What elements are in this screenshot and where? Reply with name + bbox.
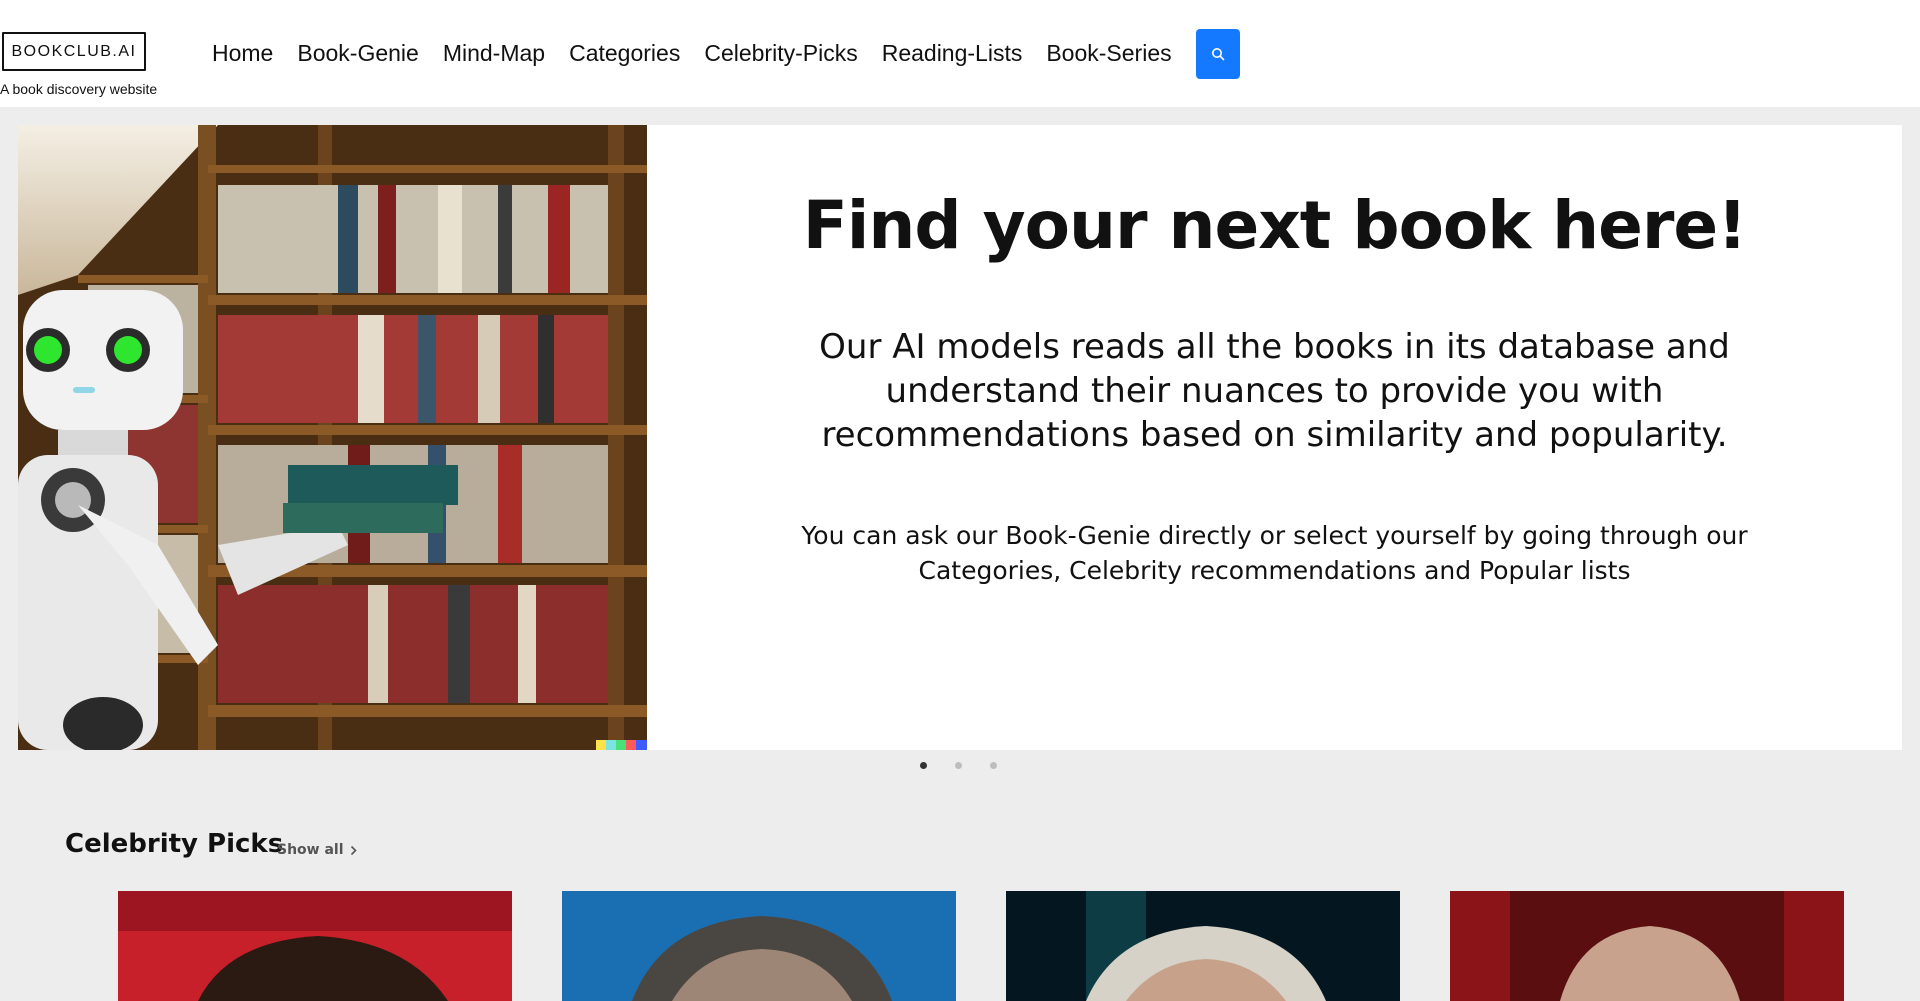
celebrity-card-2[interactable]	[562, 891, 956, 1001]
hero-description: You can ask our Book-Genie directly or s…	[801, 521, 1748, 585]
nav-reading-lists[interactable]: Reading-Lists	[882, 40, 1023, 67]
carousel-dot-1[interactable]	[920, 762, 927, 769]
robot-library-illustration	[18, 125, 647, 750]
site-tagline: A book discovery website	[0, 81, 158, 97]
carousel-dot-2[interactable]	[955, 762, 962, 769]
site-header: BOOKCLUB.AI A book discovery website Hom…	[0, 0, 1920, 107]
nav-book-genie[interactable]: Book-Genie	[297, 40, 418, 67]
nav-celebrity-picks[interactable]: Celebrity-Picks	[704, 40, 857, 67]
celebrity-card-1[interactable]	[118, 891, 512, 1001]
show-all-link[interactable]: Show all	[277, 842, 357, 858]
celebrity-picks-title: Celebrity Picks	[65, 829, 284, 859]
hero-title: Find your next book here!	[802, 187, 1748, 264]
search-icon	[1211, 47, 1224, 60]
celebrity-photo-2	[562, 891, 956, 1001]
hero-text-panel: Find your next book here! Our AI models …	[647, 125, 1902, 750]
site-logo[interactable]: BOOKCLUB.AI	[2, 32, 146, 71]
celebrity-photo-4	[1450, 891, 1844, 1001]
main-nav: Home Book-Genie Mind-Map Categories Cele…	[200, 0, 1240, 107]
hero-robot-library-image	[18, 125, 647, 750]
carousel-indicators	[920, 762, 997, 769]
show-all-label: Show all	[277, 842, 344, 858]
nav-home[interactable]: Home	[212, 40, 273, 67]
celebrity-card-3[interactable]	[1006, 891, 1400, 1001]
nav-book-series[interactable]: Book-Series	[1046, 40, 1171, 67]
hero-carousel: Find your next book here! Our AI models …	[18, 125, 1902, 750]
celebrity-cards-row	[118, 891, 1844, 1001]
carousel-dot-3[interactable]	[990, 762, 997, 769]
celebrity-photo-3	[1006, 891, 1400, 1001]
hero-subtitle: Our AI models reads all the books in its…	[819, 327, 1730, 455]
nav-categories[interactable]: Categories	[569, 40, 680, 67]
logo-text: BOOKCLUB.AI	[11, 42, 137, 60]
celebrity-card-4[interactable]	[1450, 891, 1844, 1001]
nav-mind-map[interactable]: Mind-Map	[443, 40, 545, 67]
chevron-right-icon	[350, 845, 357, 855]
search-button[interactable]	[1195, 28, 1240, 79]
celebrity-photo-1	[118, 891, 512, 1001]
